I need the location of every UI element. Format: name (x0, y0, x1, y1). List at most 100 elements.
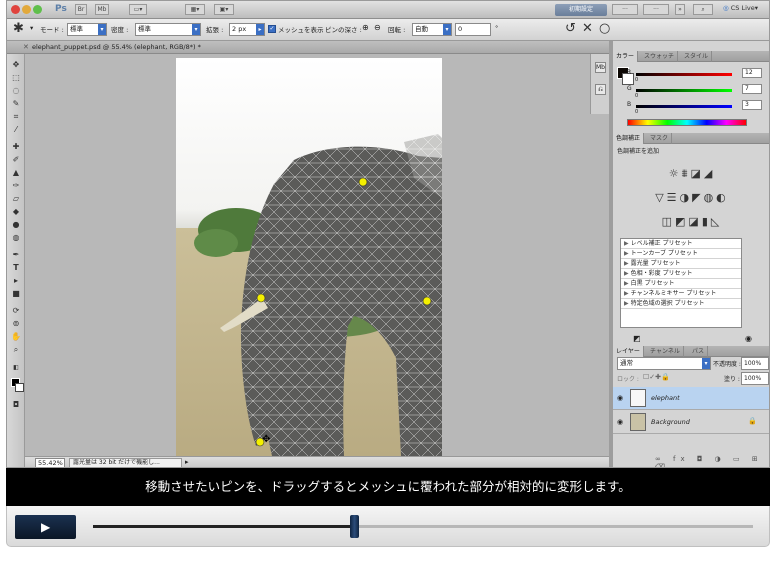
move-tool-icon[interactable]: ✥ (11, 60, 21, 70)
layers-footer-icons[interactable]: ∞ fx ◘ ◑ ▭ ⊞ ⌫ (655, 455, 769, 467)
path-selection-tool-icon[interactable]: ▸ (11, 276, 21, 286)
clone-stamp-tool-icon[interactable]: ▲ (11, 168, 21, 178)
tab-masks[interactable]: マスク (647, 133, 673, 144)
healing-brush-tool-icon[interactable]: ✚ (11, 142, 21, 152)
blend-mode-select[interactable]: 通常 ▾ (617, 357, 711, 370)
blur-tool-icon[interactable]: ● (11, 220, 21, 230)
tab-paths[interactable]: パス (689, 346, 709, 357)
dodge-tool-icon[interactable]: ◍ (11, 233, 21, 243)
adjustment-icons-row-3[interactable]: ◫◩◪▮◺ (613, 215, 769, 228)
zoom-window-button[interactable] (33, 5, 42, 14)
workspace-essentials-button[interactable]: 初期設定 (555, 4, 607, 16)
tab-channels[interactable]: チャンネル (647, 346, 684, 357)
mode-select[interactable]: 標準 ▾ (67, 23, 107, 36)
arrange-icon[interactable]: ▦▾ (185, 4, 205, 15)
b-track[interactable] (636, 105, 732, 108)
seek-handle[interactable] (350, 515, 360, 538)
workspace-painting-button[interactable]: ··· (643, 4, 669, 15)
document-canvas[interactable]: ✥ (25, 54, 609, 456)
tab-layers[interactable]: レイヤー (613, 346, 644, 357)
3d-rotate-tool-icon[interactable]: ⟳ (11, 306, 21, 316)
eraser-tool-icon[interactable]: ▱ (11, 194, 21, 204)
minimize-window-button[interactable] (22, 5, 31, 14)
expansion-input[interactable]: 2 px ▸ (229, 23, 265, 36)
seek-bar[interactable] (93, 515, 753, 538)
history-brush-tool-icon[interactable]: ✑ (11, 181, 21, 191)
brush-tool-icon[interactable]: ✐ (11, 155, 21, 165)
elephant-photo[interactable]: ✥ (176, 58, 442, 456)
adjustment-layer-icon[interactable]: ◩ (633, 334, 641, 343)
eyedropper-tool-icon[interactable]: ⁄ (11, 125, 21, 135)
close-tab-icon[interactable]: ✕ (23, 43, 29, 51)
preset-selective-color[interactable]: ▶ 特定色域の選択 プリセット (621, 299, 741, 309)
g-slider[interactable]: G 0 7 (627, 84, 767, 99)
preset-hue-saturation[interactable]: ▶ 色相・彩度 プリセット (621, 269, 741, 279)
workspace-more-icon[interactable]: » (675, 4, 685, 15)
eye-icon[interactable]: ◉ (617, 418, 623, 426)
play-button[interactable]: ▶ (15, 515, 76, 539)
bridge-icon[interactable]: Br (75, 4, 87, 15)
puppet-pin[interactable] (256, 293, 266, 303)
puppet-pin[interactable] (358, 177, 368, 187)
history-panel-icon[interactable]: ⎌ (595, 84, 606, 95)
screenmode-icon[interactable]: ▭▾ (129, 4, 147, 15)
search-icon[interactable]: ⌕ (693, 4, 713, 15)
close-window-button[interactable] (11, 5, 20, 14)
density-select[interactable]: 標準 ▾ (135, 23, 201, 36)
adjustment-icons-row-2[interactable]: ▽☰◑◤◍◐ (613, 191, 769, 204)
preset-exposure[interactable]: ▶ 露光量 プリセット (621, 259, 741, 269)
workspace-design-button[interactable]: ··· (612, 4, 638, 15)
shape-tool-icon[interactable]: ■ (11, 289, 21, 299)
panel-menu-icon[interactable]: ◉ (745, 334, 752, 343)
tab-color[interactable]: カラー (613, 51, 639, 62)
rotate-select[interactable]: 自動 ▾ (412, 23, 452, 36)
zoom-tool-icon[interactable]: ⌕ (11, 345, 21, 355)
lock-icons[interactable]: ☐✓✚🔒 (643, 373, 670, 381)
preset-levels[interactable]: ▶ レベル補正 プリセット (621, 239, 741, 249)
b-slider[interactable]: B 0 3 (627, 100, 767, 115)
tool-preset-arrow-icon[interactable]: ▾ (30, 24, 33, 32)
quick-selection-tool-icon[interactable]: ✎ (11, 99, 21, 109)
quick-mask-icon[interactable]: ◘ (11, 400, 21, 410)
lasso-tool-icon[interactable]: ◌ (11, 86, 21, 96)
r-track[interactable] (636, 73, 732, 76)
background-color-swatch[interactable] (15, 383, 24, 392)
preset-curves[interactable]: ▶ トーンカーブ プリセット (621, 249, 741, 259)
r-value[interactable]: 12 (742, 68, 762, 78)
b-value[interactable]: 3 (742, 100, 762, 110)
angle-input[interactable]: 0 (455, 23, 491, 36)
status-info[interactable]: 露光量は 32 bit だけで機能し... (69, 458, 182, 467)
show-mesh-checkbox[interactable]: ✓ (268, 25, 276, 33)
fill-input[interactable]: 100% (741, 372, 769, 385)
puppet-pin[interactable] (422, 296, 432, 306)
tab-styles[interactable]: スタイル (681, 51, 713, 62)
default-colors-icon[interactable]: ◧ (11, 363, 21, 373)
r-slider[interactable]: R 0 12 (627, 68, 767, 83)
adjustment-icons-row-1[interactable]: ☼⩩◪◢ (613, 167, 769, 181)
marquee-tool-icon[interactable]: ⬚ (11, 73, 21, 83)
puppet-warp-tool-icon[interactable]: ✱ (13, 21, 24, 36)
screen-mode-icon[interactable]: ▣▾ (214, 4, 234, 15)
crop-tool-icon[interactable]: ⌗ (11, 112, 21, 122)
type-tool-icon[interactable]: T (11, 263, 21, 273)
tab-adjustments[interactable]: 色調補正 (613, 133, 645, 144)
gradient-tool-icon[interactable]: ◆ (11, 207, 21, 217)
hand-tool-icon[interactable]: ✋ (11, 332, 21, 342)
pen-tool-icon[interactable]: ✒ (11, 250, 21, 260)
cancel-icon[interactable]: ✕ (582, 21, 593, 36)
color-spectrum-bar[interactable] (627, 119, 747, 126)
preset-channel-mixer[interactable]: ▶ チャンネルミキサー プリセット (621, 289, 741, 299)
zoom-level-field[interactable]: 55.42% (35, 458, 65, 467)
minibridge-icon[interactable]: Mb (95, 4, 109, 15)
minibridge-panel-icon[interactable]: Mb (595, 62, 606, 73)
status-menu-arrow-icon[interactable]: ▸ (185, 458, 189, 466)
layer-row-elephant[interactable]: ◉ elephant (613, 387, 769, 410)
preset-black-white[interactable]: ▶ 白黒 プリセット (621, 279, 741, 289)
commit-icon[interactable]: ○ (599, 21, 610, 36)
eye-icon[interactable]: ◉ (617, 394, 623, 402)
3d-orbit-tool-icon[interactable]: ⊚ (11, 319, 21, 329)
document-tab[interactable]: ✕ elephant_puppet.psd @ 55.4% (elephant,… (7, 41, 609, 54)
tab-swatches[interactable]: スウォッチ (641, 51, 679, 62)
pin-depth-backward-icon[interactable]: ⊖ (374, 23, 381, 32)
layer-row-background[interactable]: ◉ Background 🔒 (613, 411, 769, 434)
